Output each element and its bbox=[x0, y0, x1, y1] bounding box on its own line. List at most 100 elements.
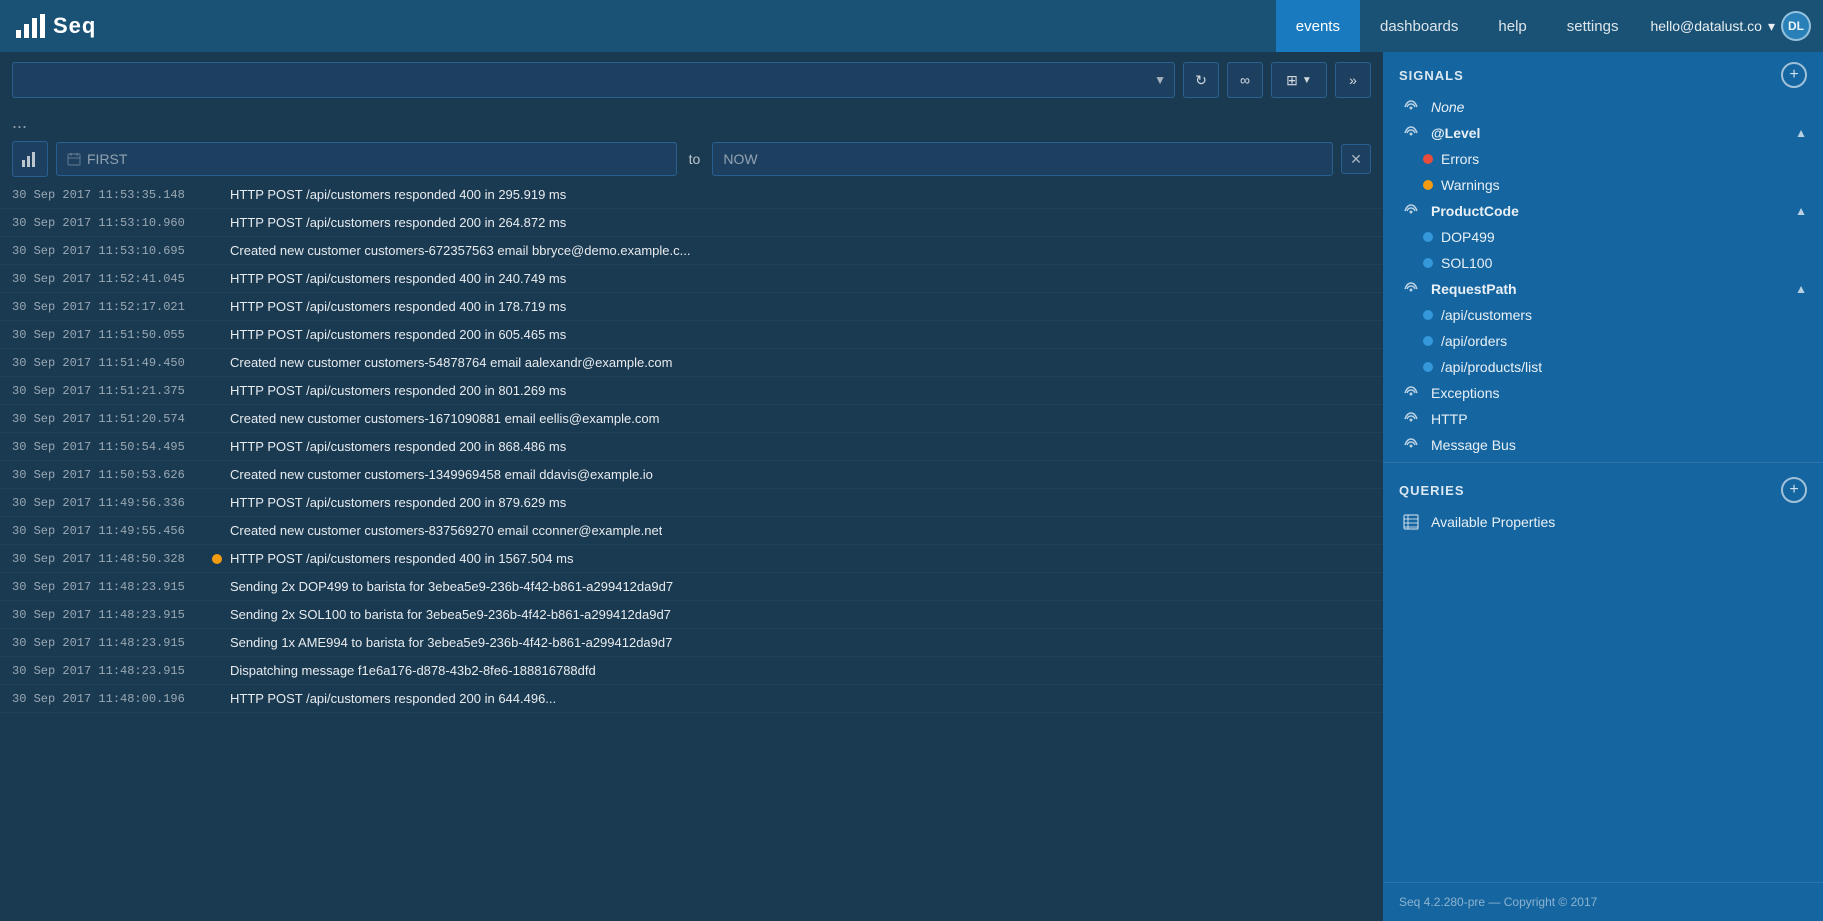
signal-level-label: @Level bbox=[1431, 125, 1480, 141]
chart-icon bbox=[21, 150, 39, 168]
signals-add-button[interactable]: + bbox=[1781, 62, 1807, 88]
nav-settings[interactable]: settings bbox=[1547, 0, 1639, 52]
event-row[interactable]: 30 Sep 2017 11:48:50.328HTTP POST /api/c… bbox=[0, 545, 1383, 573]
table-icon bbox=[1403, 514, 1419, 530]
event-row[interactable]: 30 Sep 2017 11:53:10.695Created new cust… bbox=[0, 237, 1383, 265]
event-message: HTTP POST /api/customers responded 200 i… bbox=[230, 327, 566, 342]
radio-wave-icon-2 bbox=[1403, 125, 1419, 141]
warnings-dot bbox=[1423, 180, 1433, 190]
event-row[interactable]: 30 Sep 2017 11:51:20.574Created new cust… bbox=[0, 405, 1383, 433]
avatar: DL bbox=[1781, 11, 1811, 41]
event-row[interactable]: 30 Sep 2017 11:50:54.495HTTP POST /api/c… bbox=[0, 433, 1383, 461]
forward-button[interactable]: » bbox=[1335, 62, 1371, 98]
event-timestamp: 30 Sep 2017 11:48:00.196 bbox=[12, 692, 212, 706]
date-to-input[interactable]: NOW bbox=[712, 142, 1333, 176]
event-message: Created new customer customers-134996945… bbox=[230, 467, 653, 482]
event-timestamp: 30 Sep 2017 11:53:35.148 bbox=[12, 188, 212, 202]
date-from-input[interactable]: FIRST bbox=[56, 142, 677, 176]
event-row[interactable]: 30 Sep 2017 11:51:49.450Created new cust… bbox=[0, 349, 1383, 377]
search-dropdown-icon[interactable]: ▼ bbox=[1154, 73, 1166, 87]
event-row[interactable]: 30 Sep 2017 11:51:21.375HTTP POST /api/c… bbox=[0, 377, 1383, 405]
signal-radio-icon bbox=[1399, 99, 1423, 115]
signal-group-requestpath[interactable]: RequestPath ▲ bbox=[1383, 276, 1823, 302]
signal-exceptions[interactable]: Exceptions bbox=[1383, 380, 1823, 406]
right-footer: Seq 4.2.280-pre — Copyright © 2017 bbox=[1383, 882, 1823, 921]
event-row[interactable]: 30 Sep 2017 11:49:56.336HTTP POST /api/c… bbox=[0, 489, 1383, 517]
productcode-chevron-icon: ▲ bbox=[1795, 204, 1807, 218]
event-row[interactable]: 30 Sep 2017 11:52:17.021HTTP POST /api/c… bbox=[0, 293, 1383, 321]
topnav: Seq events dashboards help settings hell… bbox=[0, 0, 1823, 52]
event-message: HTTP POST /api/customers responded 400 i… bbox=[230, 271, 566, 286]
event-row[interactable]: 30 Sep 2017 11:48:23.915Sending 1x AME99… bbox=[0, 629, 1383, 657]
event-message: Created new customer customers-837569270… bbox=[230, 523, 662, 538]
chart-button[interactable] bbox=[12, 141, 48, 177]
grid-icon: ⊞ bbox=[1286, 72, 1298, 89]
queries-title: QUERIES bbox=[1399, 483, 1465, 498]
signals-add-icon: + bbox=[1789, 66, 1798, 84]
signal-none[interactable]: None bbox=[1383, 94, 1823, 120]
event-row[interactable]: 30 Sep 2017 11:52:41.045HTTP POST /api/c… bbox=[0, 265, 1383, 293]
search-bar: ▼ ↻ ∞ ⊞ ▼ » bbox=[0, 52, 1383, 108]
event-message: Sending 1x AME994 to barista for 3ebea5e… bbox=[230, 635, 672, 650]
nav-dashboards[interactable]: dashboards bbox=[1360, 0, 1478, 52]
event-row[interactable]: 30 Sep 2017 11:48:23.915Sending 2x DOP49… bbox=[0, 573, 1383, 601]
event-message: Created new customer customers-54878764 … bbox=[230, 355, 672, 370]
event-row[interactable]: 30 Sep 2017 11:53:10.960HTTP POST /api/c… bbox=[0, 209, 1383, 237]
signal-errors[interactable]: Errors bbox=[1383, 146, 1823, 172]
event-row[interactable]: 30 Sep 2017 11:48:23.915Dispatching mess… bbox=[0, 657, 1383, 685]
event-message: HTTP POST /api/customers responded 400 i… bbox=[230, 299, 566, 314]
nav-help[interactable]: help bbox=[1478, 0, 1546, 52]
forward-icon: » bbox=[1349, 72, 1357, 88]
signal-api-orders-label: /api/orders bbox=[1441, 333, 1507, 349]
event-message: Created new customer customers-167109088… bbox=[230, 411, 659, 426]
signal-group-radio-icon bbox=[1399, 125, 1423, 141]
user-email: hello@datalust.co bbox=[1650, 18, 1762, 34]
event-row[interactable]: 30 Sep 2017 11:48:00.196 HTTP POST /api/c… bbox=[0, 685, 1383, 713]
signal-message-bus[interactable]: Message Bus bbox=[1383, 432, 1823, 458]
signals-header: SIGNALS + bbox=[1383, 52, 1823, 94]
nav-events[interactable]: events bbox=[1276, 0, 1360, 52]
event-row[interactable]: 30 Sep 2017 11:49:55.456Created new cust… bbox=[0, 517, 1383, 545]
date-clear-button[interactable]: ✕ bbox=[1341, 144, 1371, 174]
available-properties-label: Available Properties bbox=[1431, 514, 1555, 530]
event-message: HTTP POST /api/customers responded 200 i… bbox=[230, 691, 556, 706]
signal-warnings[interactable]: Warnings bbox=[1383, 172, 1823, 198]
event-row[interactable]: 30 Sep 2017 11:48:23.915Sending 2x SOL10… bbox=[0, 601, 1383, 629]
radio-wave-icon bbox=[1403, 99, 1419, 115]
signal-group-level[interactable]: @Level ▲ bbox=[1383, 120, 1823, 146]
radio-wave-icon-4 bbox=[1403, 281, 1419, 297]
event-timestamp: 30 Sep 2017 11:50:53.626 bbox=[12, 468, 212, 482]
signal-messagebus-label: Message Bus bbox=[1431, 437, 1516, 453]
event-message: HTTP POST /api/customers responded 200 i… bbox=[230, 383, 566, 398]
date-from-placeholder: FIRST bbox=[87, 151, 127, 167]
signal-api-products-list[interactable]: /api/products/list bbox=[1383, 354, 1823, 380]
calendar-icon bbox=[67, 152, 81, 166]
right-panel: SIGNALS + None bbox=[1383, 52, 1823, 921]
signal-dop499-label: DOP499 bbox=[1441, 229, 1495, 245]
date-row: FIRST to NOW ✕ bbox=[0, 137, 1383, 181]
footer-text: Seq 4.2.280-pre — Copyright © 2017 bbox=[1399, 895, 1597, 909]
search-input-wrap[interactable]: ▼ bbox=[12, 62, 1175, 98]
user-menu[interactable]: hello@datalust.co ▾ DL bbox=[1638, 0, 1823, 52]
event-timestamp: 30 Sep 2017 11:48:23.915 bbox=[12, 664, 212, 678]
signal-http[interactable]: HTTP bbox=[1383, 406, 1823, 432]
event-message: HTTP POST /api/customers responded 200 i… bbox=[230, 215, 566, 230]
refresh-button[interactable]: ↻ bbox=[1183, 62, 1219, 98]
signal-api-orders[interactable]: /api/orders bbox=[1383, 328, 1823, 354]
signal-sol100[interactable]: SOL100 bbox=[1383, 250, 1823, 276]
queries-add-button[interactable]: + bbox=[1781, 477, 1807, 503]
search-input[interactable] bbox=[21, 72, 1154, 88]
event-timestamp: 30 Sep 2017 11:49:56.336 bbox=[12, 496, 212, 510]
signal-api-customers[interactable]: /api/customers bbox=[1383, 302, 1823, 328]
grid-view-button[interactable]: ⊞ ▼ bbox=[1271, 62, 1327, 98]
logo-bar-2 bbox=[24, 24, 29, 38]
clear-icon: ✕ bbox=[1350, 151, 1362, 168]
event-row[interactable]: 30 Sep 2017 11:51:50.055HTTP POST /api/c… bbox=[0, 321, 1383, 349]
infinity-button[interactable]: ∞ bbox=[1227, 62, 1263, 98]
signal-group-productcode[interactable]: ProductCode ▲ bbox=[1383, 198, 1823, 224]
event-row[interactable]: 30 Sep 2017 11:53:35.148HTTP POST /api/c… bbox=[0, 181, 1383, 209]
available-properties-item[interactable]: Available Properties bbox=[1383, 509, 1823, 535]
signal-dop499[interactable]: DOP499 bbox=[1383, 224, 1823, 250]
event-row[interactable]: 30 Sep 2017 11:50:53.626 Created new cust… bbox=[0, 461, 1383, 489]
dop499-dot bbox=[1423, 232, 1433, 242]
